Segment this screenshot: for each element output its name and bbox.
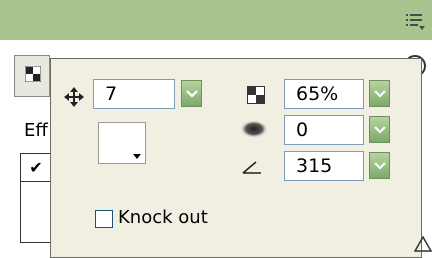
filter-list[interactable]: ✔ bbox=[20, 153, 52, 243]
filters-tab[interactable] bbox=[14, 55, 50, 97]
drop-shadow-settings-popup: 7 65% 0 315 Knock out bbox=[50, 58, 422, 258]
effects-label: Eff bbox=[24, 120, 48, 141]
panel-header-bar bbox=[0, 0, 432, 40]
chevron-down-icon bbox=[185, 89, 198, 98]
chevron-down-icon bbox=[373, 89, 386, 98]
warning-triangle-icon bbox=[414, 236, 432, 252]
angle-dropdown-button[interactable] bbox=[369, 152, 390, 179]
shadow-color-swatch[interactable] bbox=[98, 122, 146, 164]
angle-input[interactable]: 315 bbox=[284, 151, 364, 181]
checker-icon bbox=[247, 86, 265, 104]
alpha-dropdown-button[interactable] bbox=[369, 80, 390, 107]
blur-icon bbox=[240, 120, 268, 138]
panel-menu-icon[interactable] bbox=[404, 10, 426, 32]
knockout-checkbox[interactable] bbox=[95, 210, 113, 228]
distance-dropdown-button[interactable] bbox=[181, 80, 202, 107]
blur-input[interactable]: 0 bbox=[284, 115, 364, 145]
checker-icon bbox=[25, 66, 41, 82]
alpha-input[interactable]: 65% bbox=[284, 79, 364, 109]
caret-down-icon bbox=[133, 154, 141, 159]
angle-icon bbox=[242, 161, 261, 174]
filter-row-check[interactable]: ✔ bbox=[21, 154, 51, 182]
chevron-down-icon bbox=[373, 125, 386, 134]
distance-input[interactable]: 7 bbox=[93, 79, 175, 109]
knockout-label[interactable]: Knock out bbox=[118, 207, 208, 228]
chevron-down-icon bbox=[373, 161, 386, 170]
move-arrows-icon bbox=[64, 87, 84, 107]
blur-dropdown-button[interactable] bbox=[369, 116, 390, 143]
